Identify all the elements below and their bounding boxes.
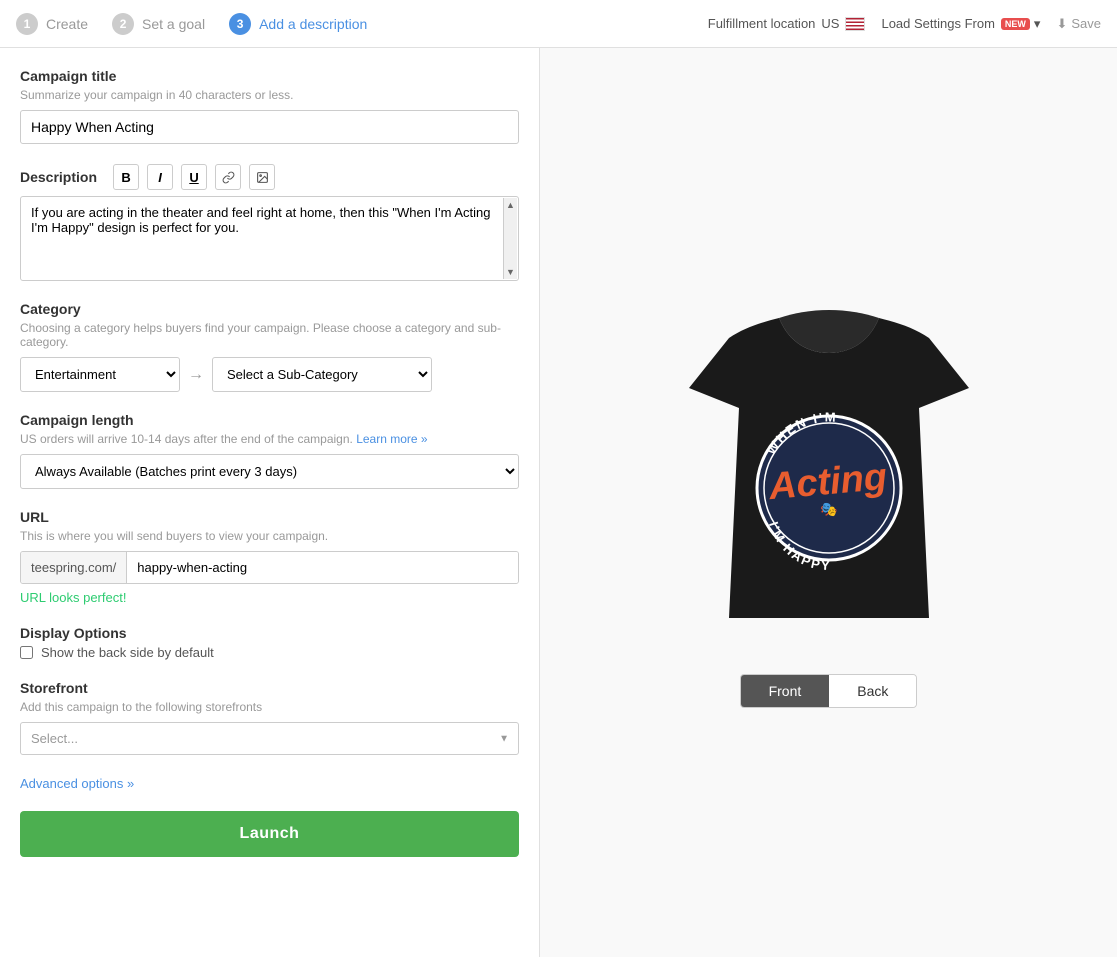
url-status: URL looks perfect! bbox=[20, 590, 519, 605]
steps-nav: 1 Create 2 Set a goal 3 Add a descriptio… bbox=[16, 13, 708, 35]
view-toggle: Front Back bbox=[740, 674, 918, 708]
url-input[interactable] bbox=[127, 552, 518, 583]
step-1[interactable]: 1 Create bbox=[16, 13, 88, 35]
description-section: Description B I U bbox=[20, 164, 519, 281]
display-options-label: Display Options bbox=[20, 625, 519, 641]
campaign-length-select[interactable]: Always Available (Batches print every 3 … bbox=[20, 454, 519, 489]
campaign-title-input[interactable] bbox=[20, 110, 519, 144]
italic-button[interactable]: I bbox=[147, 164, 173, 190]
url-hint: This is where you will send buyers to vi… bbox=[20, 529, 519, 543]
category-select[interactable]: Entertainment bbox=[20, 357, 180, 392]
scroll-down-icon[interactable]: ▼ bbox=[504, 265, 517, 279]
step-2-label: Set a goal bbox=[142, 16, 205, 32]
description-label: Description bbox=[20, 169, 97, 185]
step-1-num: 1 bbox=[16, 13, 38, 35]
campaign-title-hint: Summarize your campaign in 40 characters… bbox=[20, 88, 519, 102]
storefront-select-wrapper: Select... bbox=[20, 722, 519, 755]
show-back-row: Show the back side by default bbox=[20, 645, 519, 660]
fulfillment-region: US bbox=[821, 16, 839, 31]
save-button[interactable]: ⬇ Save bbox=[1056, 16, 1101, 32]
bold-button[interactable]: B bbox=[113, 164, 139, 190]
campaign-length-section: Campaign length US orders will arrive 10… bbox=[20, 412, 519, 489]
step-3-num: 3 bbox=[229, 13, 251, 35]
step-3-label: Add a description bbox=[259, 16, 367, 32]
scroll-up-icon[interactable]: ▲ bbox=[504, 198, 517, 212]
main-content: Campaign title Summarize your campaign i… bbox=[0, 48, 1117, 957]
category-label: Category bbox=[20, 301, 519, 317]
left-panel: Campaign title Summarize your campaign i… bbox=[0, 48, 540, 957]
right-panel: WHEN I'M Acting 🎭 I'M HAPPY Front Back bbox=[540, 48, 1117, 957]
url-section: URL This is where you will send buyers t… bbox=[20, 509, 519, 605]
url-label: URL bbox=[20, 509, 519, 525]
description-wrapper: If you are acting in the theater and fee… bbox=[20, 196, 519, 281]
advanced-options-link[interactable]: Advanced options » bbox=[20, 776, 134, 791]
underline-button[interactable]: U bbox=[181, 164, 207, 190]
campaign-length-hint: US orders will arrive 10-14 days after t… bbox=[20, 432, 519, 446]
tshirt-svg: WHEN I'M Acting 🎭 I'M HAPPY bbox=[669, 298, 989, 658]
back-button[interactable]: Back bbox=[829, 675, 916, 707]
url-prefix: teespring.com/ bbox=[21, 552, 127, 583]
storefront-hint: Add this campaign to the following store… bbox=[20, 700, 519, 714]
image-button[interactable] bbox=[249, 164, 275, 190]
campaign-title-section: Campaign title Summarize your campaign i… bbox=[20, 68, 519, 144]
step-2[interactable]: 2 Set a goal bbox=[112, 13, 205, 35]
fulfillment-label: Fulfillment location bbox=[708, 16, 816, 31]
campaign-length-hint-text: US orders will arrive 10-14 days after t… bbox=[20, 432, 353, 446]
us-flag-icon bbox=[845, 17, 865, 31]
load-settings-dropdown-icon: ▾ bbox=[1034, 16, 1041, 32]
description-header: Description B I U bbox=[20, 164, 519, 190]
storefront-section: Storefront Add this campaign to the foll… bbox=[20, 680, 519, 755]
category-section: Category Choosing a category helps buyer… bbox=[20, 301, 519, 392]
storefront-select[interactable]: Select... bbox=[20, 722, 519, 755]
category-row: Entertainment → Select a Sub-Category bbox=[20, 357, 519, 392]
fulfillment-location: Fulfillment location US bbox=[708, 16, 866, 31]
campaign-length-label: Campaign length bbox=[20, 412, 519, 428]
save-label: Save bbox=[1071, 16, 1101, 31]
category-hint: Choosing a category helps buyers find yo… bbox=[20, 321, 519, 349]
load-settings-label: Load Settings From bbox=[881, 16, 994, 31]
front-button[interactable]: Front bbox=[741, 675, 830, 707]
description-scrollbar[interactable]: ▲ ▼ bbox=[503, 198, 517, 279]
campaign-title-label: Campaign title bbox=[20, 68, 519, 84]
show-back-label: Show the back side by default bbox=[41, 645, 214, 660]
new-badge: NEW bbox=[1001, 18, 1030, 30]
tshirt-preview: WHEN I'M Acting 🎭 I'M HAPPY bbox=[669, 298, 989, 658]
learn-more-link[interactable]: Learn more » bbox=[356, 432, 427, 446]
step-3[interactable]: 3 Add a description bbox=[229, 13, 367, 35]
storefront-label: Storefront bbox=[20, 680, 519, 696]
description-textarea[interactable]: If you are acting in the theater and fee… bbox=[21, 197, 518, 277]
header: 1 Create 2 Set a goal 3 Add a descriptio… bbox=[0, 0, 1117, 48]
load-settings-button[interactable]: Load Settings From NEW ▾ bbox=[881, 16, 1040, 32]
svg-text:🎭: 🎭 bbox=[820, 501, 837, 517]
step-1-label: Create bbox=[46, 16, 88, 32]
link-button[interactable] bbox=[215, 164, 241, 190]
show-back-checkbox[interactable] bbox=[20, 646, 33, 659]
header-right: Fulfillment location US Load Settings Fr… bbox=[708, 16, 1101, 32]
subcategory-select[interactable]: Select a Sub-Category bbox=[212, 357, 432, 392]
save-icon: ⬇ bbox=[1056, 16, 1067, 32]
url-row: teespring.com/ bbox=[20, 551, 519, 584]
step-2-num: 2 bbox=[112, 13, 134, 35]
arrow-separator-icon: → bbox=[188, 366, 204, 384]
launch-button[interactable]: Launch bbox=[20, 811, 519, 857]
display-options-section: Display Options Show the back side by de… bbox=[20, 625, 519, 660]
